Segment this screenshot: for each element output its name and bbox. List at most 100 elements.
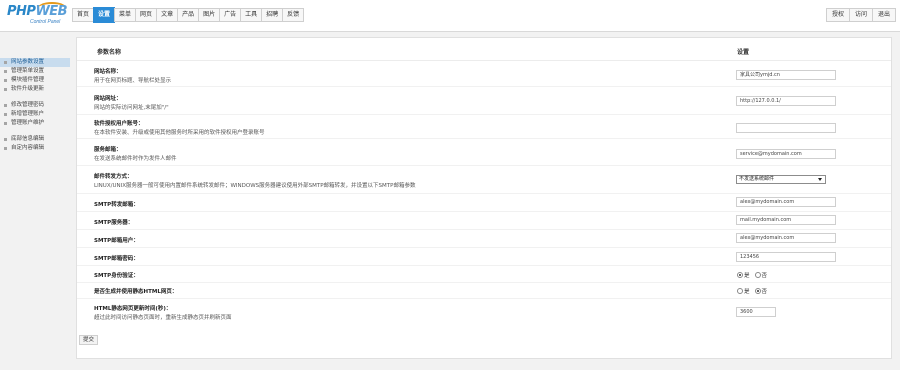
top-link-0[interactable]: 授权: [825, 8, 850, 22]
sidebar-item-0-1[interactable]: 管理菜单设置: [0, 67, 70, 76]
license-desc: 在本软件安装、升级或使用其他服务时所采用的软件授权用户登录账号: [94, 130, 265, 136]
refresh-time-desc: 超过此时间访问静态页面时，重新生成静态页并刷新页面: [94, 315, 232, 321]
smtp-auth-yes-label: 是: [744, 272, 750, 279]
site-url-input[interactable]: http://127.0.0.1/: [736, 96, 836, 106]
nav-item-3[interactable]: 网页: [135, 8, 158, 22]
top-right-links: 授权 访问 退出: [825, 8, 896, 22]
sidebar-item-0-0[interactable]: 网站参数设置: [0, 58, 70, 67]
service-email-desc: 在发送系统邮件时作为发件人邮件: [94, 156, 177, 162]
row-service-email: 服务邮箱： 在发送系统邮件时作为发件人邮件 service@mydomain.c…: [77, 139, 891, 166]
sidebar-item-0-2[interactable]: 模块插件管理: [0, 76, 70, 85]
smtp-sender-input[interactable]: alex@mydomain.com: [736, 197, 836, 207]
sidebar-item-0-3[interactable]: 软件升级更新: [0, 85, 70, 94]
sidebar-item-label: 底部信息编辑: [11, 136, 45, 142]
row-static-html: 是否生成并使用静态HTML网页： 是 否: [77, 283, 891, 299]
site-url-desc: 网站的实际访问网址,末尾加"/": [94, 105, 169, 111]
smtp-sender-label: SMTP转发邮箱：: [94, 202, 139, 208]
static-html-no-label: 否: [761, 288, 768, 295]
smtp-auth-yes-radio[interactable]: [737, 271, 743, 278]
row-mail-mode: 邮件转发方式： LINUX/UNIX服务器一般可使用内置邮件系统转发邮件；WIN…: [77, 166, 891, 194]
sidebar-item-2-1[interactable]: 自定内容编辑: [0, 144, 70, 153]
site-name-input[interactable]: 家具公司ymjd.cn: [736, 70, 836, 80]
top-bar: PHPWEB Control Panel 首页 设置 菜单 网页 文章 产品 图片 广告 工具招…: [0, 0, 900, 32]
mail-mode-select[interactable]: 不发送系统邮件: [736, 175, 826, 184]
sidebar-item-label: 模块插件管理: [11, 77, 45, 83]
smtp-server-label: SMTP服务器：: [94, 220, 134, 226]
smtp-auth-no-radio[interactable]: [754, 271, 761, 278]
static-html-yes-radio[interactable]: [737, 287, 743, 294]
row-smtp-sender: SMTP转发邮箱： alex@mydomain.com: [77, 194, 891, 212]
smtp-server-input[interactable]: mail.mydomain.com: [736, 215, 836, 225]
bullet-icon: [4, 147, 7, 150]
mail-mode-desc: LINUX/UNIX服务器一般可使用内置邮件系统转发邮件；WINDOWS服务器建…: [94, 183, 416, 189]
bullet-icon: [4, 61, 7, 64]
submit-button[interactable]: 提交: [79, 335, 99, 345]
sidebar-item-label: 修改管理密码: [11, 102, 45, 108]
logo-text: PHPWEB: [7, 4, 68, 19]
logo-text-php: PHP: [7, 4, 36, 19]
nav-item-5[interactable]: 产品: [177, 8, 200, 22]
nav-item-0[interactable]: 首页: [72, 8, 95, 22]
sidebar-item-label: 管理菜单设置: [11, 68, 45, 74]
row-smtp-pass: SMTP邮箱密码： 123456: [77, 248, 891, 266]
smtp-user-input[interactable]: alex@mydomain.com: [736, 233, 836, 243]
refresh-time-input[interactable]: 3600: [736, 307, 776, 317]
bullet-icon: [4, 88, 7, 91]
sidebar-item-1-0[interactable]: 修改管理密码: [0, 101, 70, 110]
table-header: 参数名称 设置: [77, 38, 891, 61]
static-html-no-radio[interactable]: [754, 287, 761, 294]
smtp-user-label: SMTP邮箱用户：: [94, 238, 139, 244]
bullet-icon: [4, 79, 7, 82]
row-site-url: 网站网址： 网站的实际访问网址,末尾加"/" http://127.0.0.1/: [77, 87, 891, 115]
column-setting: 设置: [737, 49, 750, 56]
sidebar-item-1-1[interactable]: 新增管理账户: [0, 110, 70, 119]
smtp-pass-label: SMTP邮箱密码：: [94, 256, 139, 262]
nav-item-7[interactable]: 广告: [219, 8, 242, 22]
top-link-1[interactable]: 访问: [848, 8, 873, 22]
nav-item-6[interactable]: 图片: [198, 8, 221, 22]
bullet-icon: [4, 104, 7, 107]
top-link-2[interactable]: 退出: [871, 8, 896, 22]
static-html-label: 是否生成并使用静态HTML网页：: [94, 289, 178, 295]
sidebar-item-label: 软件升级更新: [11, 86, 45, 92]
sidebar-item-2-0[interactable]: 底部信息编辑: [0, 135, 70, 144]
service-email-input[interactable]: service@mydomain.com: [736, 149, 836, 159]
chevron-down-icon: [818, 178, 822, 181]
site-name-desc: 用于在网页标题、导航栏处显示: [94, 78, 172, 84]
row-smtp-user: SMTP邮箱用户： alex@mydomain.com: [77, 230, 891, 248]
mail-mode-label: 邮件转发方式：: [94, 174, 133, 180]
sidebar-item-label: 管理账户维护: [11, 120, 45, 126]
static-html-yes-label: 是: [744, 288, 750, 295]
logo-subtitle: Control Panel: [30, 19, 61, 25]
sidebar-item-1-2[interactable]: 管理账户维护: [0, 119, 70, 128]
column-param-name: 参数名称: [97, 49, 122, 56]
bullet-icon: [4, 113, 7, 116]
smtp-auth-no-label: 否: [761, 272, 768, 279]
site-url-label: 网站网址：: [94, 96, 122, 102]
refresh-time-label: HTML静态网页更新时间(秒)：: [94, 306, 172, 312]
service-email-label: 服务邮箱：: [94, 147, 122, 153]
nav-item-2[interactable]: 菜单: [114, 8, 137, 22]
settings-panel: 参数名称 设置 网站名称： 用于在网页标题、导航栏处显示 家具公司ymjd.cn…: [76, 37, 892, 359]
bullet-icon: [4, 70, 7, 73]
nav-item-10[interactable]: 反馈: [282, 8, 305, 22]
nav-item-1[interactable]: 设置: [93, 7, 116, 23]
bullet-icon: [4, 122, 7, 125]
row-site-name: 网站名称： 用于在网页标题、导航栏处显示 家具公司ymjd.cn: [77, 61, 891, 87]
license-input[interactable]: [736, 123, 836, 133]
bullet-icon: [4, 138, 7, 141]
smtp-auth-label: SMTP身份验证：: [94, 273, 139, 279]
main-nav: 首页 设置 菜单 网页 文章 产品 图片 广告 工具 招聘 反馈: [72, 7, 305, 23]
sidebar-item-label: 网站参数设置: [11, 59, 45, 65]
sidebar: 网站参数设置 管理菜单设置 模块插件管理 软件升级更新 修改管理密码新增管理账户 管理账户…: [0, 58, 70, 153]
license-label: 软件授权用户账号：: [94, 121, 144, 127]
nav-item-9[interactable]: 招聘: [261, 8, 284, 22]
nav-item-8[interactable]: 工具: [240, 8, 263, 22]
nav-item-4[interactable]: 文章: [156, 8, 179, 22]
phpweb-logo[interactable]: PHPWEB Control Panel: [7, 2, 68, 28]
smtp-pass-input[interactable]: 123456: [736, 252, 836, 262]
row-license: 软件授权用户账号： 在本软件安装、升级或使用其他服务时所采用的软件授权用户登录账…: [77, 115, 891, 139]
smtp-auth-radios: 是 否: [737, 270, 772, 279]
logo-text-web: WEB: [35, 4, 68, 19]
